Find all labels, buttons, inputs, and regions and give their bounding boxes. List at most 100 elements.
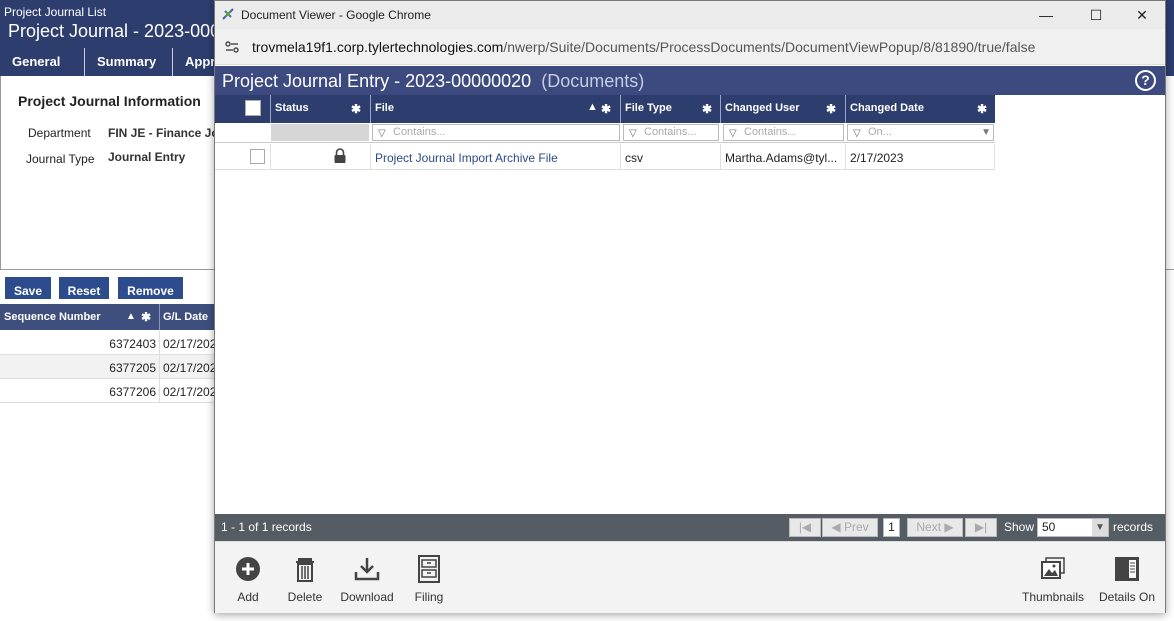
table-row[interactable]: 6377205 02/17/202 (0, 355, 217, 379)
next-label: Next (916, 520, 942, 534)
status-filter (271, 124, 369, 141)
add-icon (236, 557, 260, 581)
prev-label: Prev (843, 520, 869, 534)
column-file[interactable]: File ▲ ✱ (371, 95, 621, 123)
chevron-down-icon[interactable]: ▼ (981, 125, 991, 140)
remove-button[interactable]: Remove (118, 277, 183, 299)
close-icon[interactable]: ✕ (1131, 5, 1153, 25)
prev-arrow-icon: ◀ (831, 520, 844, 534)
download-label: Download (340, 590, 394, 604)
viewer-header: Project Journal Entry - 2023-00000020 (Do… (215, 66, 1165, 95)
page-title: Project Journal - 2023-000 (8, 21, 221, 41)
table-row[interactable]: 6377206 02/17/202 (0, 379, 216, 403)
document-toolbar: Add Delete Download Filing Thumbnails De… (215, 541, 1165, 613)
filing-button[interactable]: Filing (409, 554, 449, 606)
changed-user-cell: Martha.Adams@tyl... (721, 144, 846, 170)
records-label: records (1113, 520, 1154, 534)
filing-cabinet-icon (418, 555, 440, 583)
tab-approval-label: Appr (185, 54, 216, 69)
sort-up-icon[interactable]: ▲ (126, 311, 136, 322)
filter-icon: ▽ (853, 128, 861, 139)
prev-button[interactable]: ◀ Prev (822, 518, 878, 537)
department-label: Department (28, 126, 91, 140)
save-button[interactable]: Save (5, 277, 51, 299)
status-cell (271, 144, 371, 170)
changed-date-value: 2/17/2023 (850, 151, 904, 165)
gear-icon[interactable]: ✱ (702, 102, 712, 116)
column-sequence-number[interactable]: Sequence Number (4, 311, 101, 323)
gear-icon[interactable]: ✱ (601, 102, 611, 116)
cell-divider (159, 331, 160, 355)
changed-date-filter[interactable]: ▽ On... ▼ (847, 124, 994, 141)
table-row[interactable]: Project Journal Import Archive File csv … (215, 144, 995, 170)
changed-user-filter[interactable]: ▽ Contains... (723, 124, 844, 141)
window-title-bar[interactable]: Document Viewer - Google Chrome — ☐ ✕ (215, 1, 1165, 29)
page-size-select[interactable]: 50 ▼ (1037, 518, 1109, 537)
row-checkbox[interactable] (250, 149, 265, 164)
site-settings-icon[interactable] (224, 39, 240, 55)
column-file-type-label: File Type (625, 102, 672, 114)
next-arrow-icon: ▶ (941, 520, 954, 534)
first-page-icon[interactable]: |◀ (789, 518, 821, 537)
url-host: trovmela19f1.corp.tylertechnologies.com (252, 39, 504, 55)
last-page-icon[interactable]: ▶| (965, 518, 997, 537)
gear-icon[interactable]: ✱ (826, 102, 836, 116)
details-icon (1115, 557, 1139, 581)
gear-icon[interactable]: ✱ (977, 102, 987, 116)
reset-button[interactable]: Reset (59, 277, 109, 299)
gear-icon[interactable]: ✱ (351, 102, 361, 116)
details-on-button[interactable]: Details On (1097, 554, 1157, 606)
chevron-down-icon[interactable]: ▼ (1092, 519, 1108, 536)
select-column (215, 95, 271, 123)
page-number[interactable]: 1 (883, 518, 900, 537)
filter-row: ▽ Contains... ▽ Contains... ▽ Contains... ▽… (215, 123, 995, 143)
viewer-title-text: Project Journal Entry - 2023-00000020 (222, 71, 532, 91)
column-file-type[interactable]: File Type ✱ (621, 95, 721, 123)
file-type-filter[interactable]: ▽ Contains... (623, 124, 719, 141)
add-button[interactable]: Add (230, 554, 266, 606)
file-link[interactable]: Project Journal Import Archive File (375, 151, 558, 165)
thumbnails-button[interactable]: Thumbnails (1021, 554, 1085, 606)
documents-grid-header: Status ✱ File ▲ ✱ File Type ✱ Changed Us… (215, 95, 995, 123)
column-changed-date[interactable]: Changed Date ✱ (846, 95, 995, 123)
select-all-checkbox[interactable] (245, 100, 261, 116)
minimize-icon[interactable]: — (1035, 5, 1057, 25)
viewer-subtitle: (Documents) (541, 71, 645, 91)
download-icon (354, 558, 380, 581)
url-text[interactable]: trovmela19f1.corp.tylertechnologies.com/… (252, 39, 1035, 55)
details-on-label: Details On (1098, 590, 1156, 604)
gear-icon[interactable]: ✱ (141, 310, 151, 324)
maximize-icon[interactable]: ☐ (1085, 5, 1107, 25)
column-changed-date-label: Changed Date (850, 102, 924, 114)
gl-date: 02/17/202 (163, 361, 217, 375)
tab-general[interactable]: General ✓ (0, 48, 85, 97)
help-icon[interactable]: ? (1135, 70, 1156, 91)
sequence-number: 6377206 (109, 385, 156, 399)
grid-header: Sequence Number ▲ ✱ G/L Date (0, 304, 215, 330)
tab-summary[interactable]: Summary ✓ (85, 48, 173, 97)
column-status-label: Status (275, 102, 309, 114)
document-viewer-window: Document Viewer - Google Chrome — ☐ ✕ tr… (214, 0, 1166, 613)
file-filter-placeholder: Contains... (393, 126, 446, 138)
table-row[interactable]: 6372403 02/17/202 (0, 331, 216, 355)
filter-icon: ▽ (629, 128, 637, 139)
record-count: 1 - 1 of 1 records (221, 520, 312, 534)
breadcrumb[interactable]: Project Journal List (4, 5, 106, 19)
sort-up-icon[interactable]: ▲ (587, 101, 598, 113)
next-button[interactable]: Next ▶ (907, 518, 963, 537)
column-status[interactable]: Status ✱ (271, 95, 371, 123)
thumbnails-label: Thumbnails (1021, 590, 1085, 604)
department-value: FIN JE - Finance Jou (108, 126, 227, 140)
url-path: /nwerp/Suite/Documents/ProcessDocuments/… (503, 39, 1036, 55)
download-button[interactable]: Download (339, 554, 395, 606)
column-gl-date[interactable]: G/L Date (163, 311, 208, 323)
delete-button[interactable]: Delete (285, 554, 325, 606)
file-filter[interactable]: ▽ Contains... (372, 124, 620, 141)
column-changed-user[interactable]: Changed User ✱ (721, 95, 846, 123)
tab-general-label: General (12, 54, 61, 69)
address-bar[interactable]: trovmela19f1.corp.tylertechnologies.com/… (215, 29, 1165, 65)
file-cell[interactable]: Project Journal Import Archive File (371, 144, 621, 170)
changed-user-value: Martha.Adams@tyl... (725, 151, 838, 165)
filter-icon: ▽ (378, 128, 386, 139)
window-title: Document Viewer - Google Chrome (241, 8, 431, 22)
